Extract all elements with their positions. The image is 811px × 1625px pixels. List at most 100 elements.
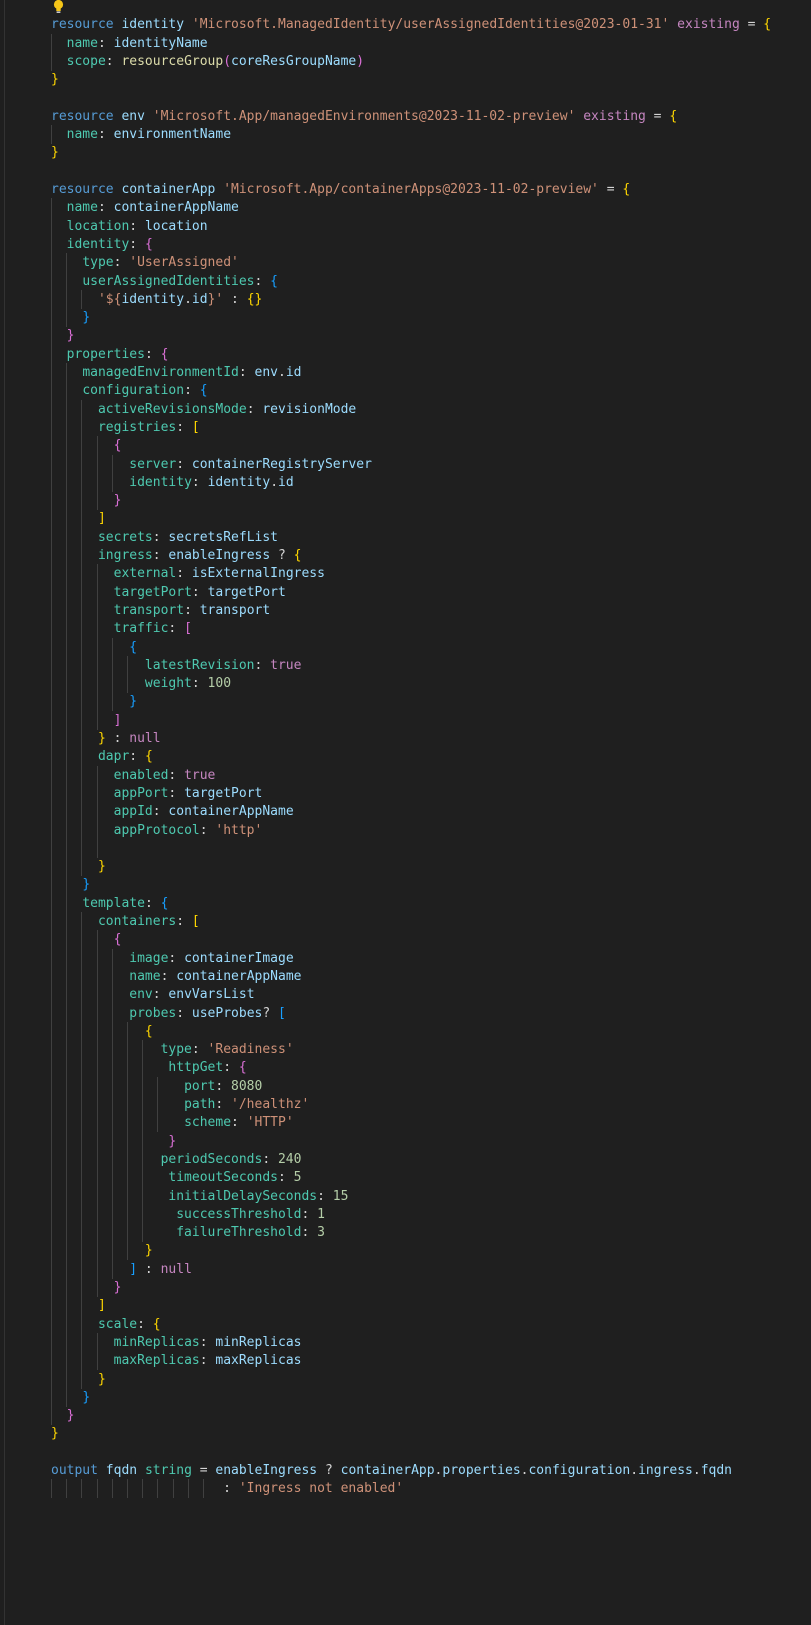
- code-line[interactable]: [0, 838, 811, 858]
- code-line[interactable]: }: [0, 1278, 811, 1297]
- code-line[interactable]: scheme: 'HTTP': [0, 1113, 811, 1133]
- code-line[interactable]: [0, 0, 811, 16]
- code-line[interactable]: type: 'Readiness': [0, 1040, 811, 1060]
- code-line[interactable]: {: [0, 930, 811, 950]
- code-line[interactable]: targetPort: targetPort: [0, 582, 811, 602]
- code-line[interactable]: }: [0, 875, 811, 895]
- code-token: {: [144, 1023, 153, 1039]
- code-line[interactable]: initialDelaySeconds: 15: [0, 1186, 811, 1206]
- code-line[interactable]: weight: 100: [0, 674, 811, 694]
- code-line[interactable]: : 'Ingress not enabled': [0, 1479, 811, 1499]
- code-line[interactable]: }: [0, 1369, 811, 1389]
- code-line[interactable]: }: [0, 1241, 811, 1261]
- code-line[interactable]: }: [0, 1424, 811, 1443]
- code-editor[interactable]: resource identity 'Microsoft.ManagedIden…: [0, 0, 811, 1625]
- code-line[interactable]: }: [0, 1406, 811, 1426]
- code-line[interactable]: appProtocol: 'http': [0, 820, 811, 840]
- code-line[interactable]: managedEnvironmentId: env.id: [0, 363, 811, 382]
- code-line[interactable]: activeRevisionsMode: revisionMode: [0, 399, 811, 419]
- code-line[interactable]: }: [0, 326, 811, 346]
- code-line[interactable]: location: location: [0, 216, 811, 236]
- code-line[interactable]: [0, 89, 811, 108]
- code-line[interactable]: containers: [: [0, 912, 811, 931]
- code-line[interactable]: path: '/healthz': [0, 1095, 811, 1114]
- code-line[interactable]: }: [0, 491, 811, 511]
- code-line[interactable]: ]: [0, 509, 811, 529]
- code-line[interactable]: {: [0, 1021, 811, 1041]
- code-line[interactable]: appPort: targetPort: [0, 783, 811, 803]
- code-line[interactable]: userAssignedIdentities: {: [0, 271, 811, 291]
- code-line[interactable]: failureThreshold: 3: [0, 1223, 811, 1243]
- code-line[interactable]: secrets: secretsRefList: [0, 527, 811, 547]
- code-line[interactable]: }: [0, 308, 811, 328]
- code-line[interactable]: env: envVarsList: [0, 985, 811, 1005]
- code-line[interactable]: ]: [0, 1296, 811, 1316]
- code-line[interactable]: identity: {: [0, 234, 811, 254]
- code-line[interactable]: {: [0, 637, 811, 657]
- code-line[interactable]: }: [0, 1387, 811, 1407]
- code-line[interactable]: type: 'UserAssigned': [0, 253, 811, 273]
- code-line[interactable]: }: [0, 143, 811, 162]
- code-line[interactable]: resource identity 'Microsoft.ManagedIden…: [0, 15, 811, 34]
- code-line[interactable]: }: [0, 70, 811, 89]
- code-text: }: [51, 1132, 176, 1151]
- code-line[interactable]: }: [0, 857, 811, 877]
- code-line[interactable]: image: containerImage: [0, 948, 811, 968]
- code-line[interactable]: successThreshold: 1: [0, 1204, 811, 1224]
- code-line[interactable]: scope: resourceGroup(coreResGroupName): [0, 51, 811, 71]
- code-line[interactable]: latestRevision: true: [0, 655, 811, 675]
- code-token: transport: [113, 602, 185, 618]
- code-line[interactable]: [0, 1443, 811, 1462]
- code-line[interactable]: transport: transport: [0, 600, 811, 620]
- code-line[interactable]: }: [0, 692, 811, 712]
- code-line[interactable]: template: {: [0, 893, 811, 913]
- code-token: 'Ingress not enabled': [238, 1481, 404, 1497]
- code-line[interactable]: output fqdn string = enableIngress ? con…: [0, 1461, 811, 1480]
- code-line[interactable]: }: [0, 1131, 811, 1151]
- code-text: port: 8080: [51, 1077, 262, 1096]
- code-line[interactable]: enabled: true: [0, 765, 811, 785]
- code-text: type: 'Readiness': [51, 1040, 294, 1059]
- code-line[interactable]: ]: [0, 710, 811, 730]
- code-line[interactable]: '${identity.id}' : {}: [0, 289, 811, 309]
- code-token: existing: [583, 108, 646, 124]
- code-line[interactable]: registries: [: [0, 417, 811, 437]
- code-line[interactable]: minReplicas: minReplicas: [0, 1332, 811, 1352]
- code-text: }: [51, 1424, 59, 1443]
- code-line[interactable]: properties: {: [0, 344, 811, 364]
- code-line[interactable]: dapr: {: [0, 747, 811, 767]
- code-line[interactable]: name: containerAppName: [0, 966, 811, 986]
- code-line[interactable]: ] : null: [0, 1259, 811, 1279]
- code-line[interactable]: periodSeconds: 240: [0, 1149, 811, 1169]
- code-line[interactable]: identity: identity.id: [0, 472, 811, 492]
- code-text: probes: useProbes? [: [51, 1004, 286, 1023]
- lightbulb-icon[interactable]: [52, 0, 65, 14]
- code-text: appId: containerAppName: [51, 802, 294, 821]
- code-line[interactable]: maxReplicas: maxReplicas: [0, 1351, 811, 1371]
- code-line[interactable]: {: [0, 436, 811, 456]
- code-line[interactable]: resource containerApp 'Microsoft.App/con…: [0, 180, 811, 199]
- code-token: :: [152, 804, 169, 820]
- code-line[interactable]: scale: {: [0, 1314, 811, 1334]
- code-line[interactable]: [0, 162, 811, 181]
- code-line[interactable]: appId: containerAppName: [0, 802, 811, 822]
- code-line[interactable]: probes: useProbes? [: [0, 1003, 811, 1023]
- code-token: targetPort: [207, 584, 286, 600]
- code-line[interactable]: ingress: enableIngress ? {: [0, 546, 811, 565]
- code-line[interactable]: server: containerRegistryServer: [0, 454, 811, 474]
- code-line[interactable]: name: containerAppName: [0, 198, 811, 218]
- code-token: :: [176, 456, 192, 472]
- code-line[interactable]: name: environmentName: [0, 125, 811, 145]
- code-line[interactable]: traffic: [: [0, 619, 811, 639]
- code-text: name: containerAppName: [51, 198, 239, 217]
- code-line[interactable]: } : null: [0, 729, 811, 748]
- code-line[interactable]: configuration: {: [0, 381, 811, 401]
- code-line[interactable]: timeoutSeconds: 5: [0, 1168, 811, 1188]
- code-line[interactable]: httpGet: {: [0, 1058, 811, 1078]
- code-line[interactable]: port: 8080: [0, 1076, 811, 1096]
- code-line[interactable]: name: identityName: [0, 33, 811, 53]
- code-line[interactable]: resource env 'Microsoft.App/managedEnvir…: [0, 107, 811, 126]
- code-line[interactable]: external: isExternalIngress: [0, 564, 811, 584]
